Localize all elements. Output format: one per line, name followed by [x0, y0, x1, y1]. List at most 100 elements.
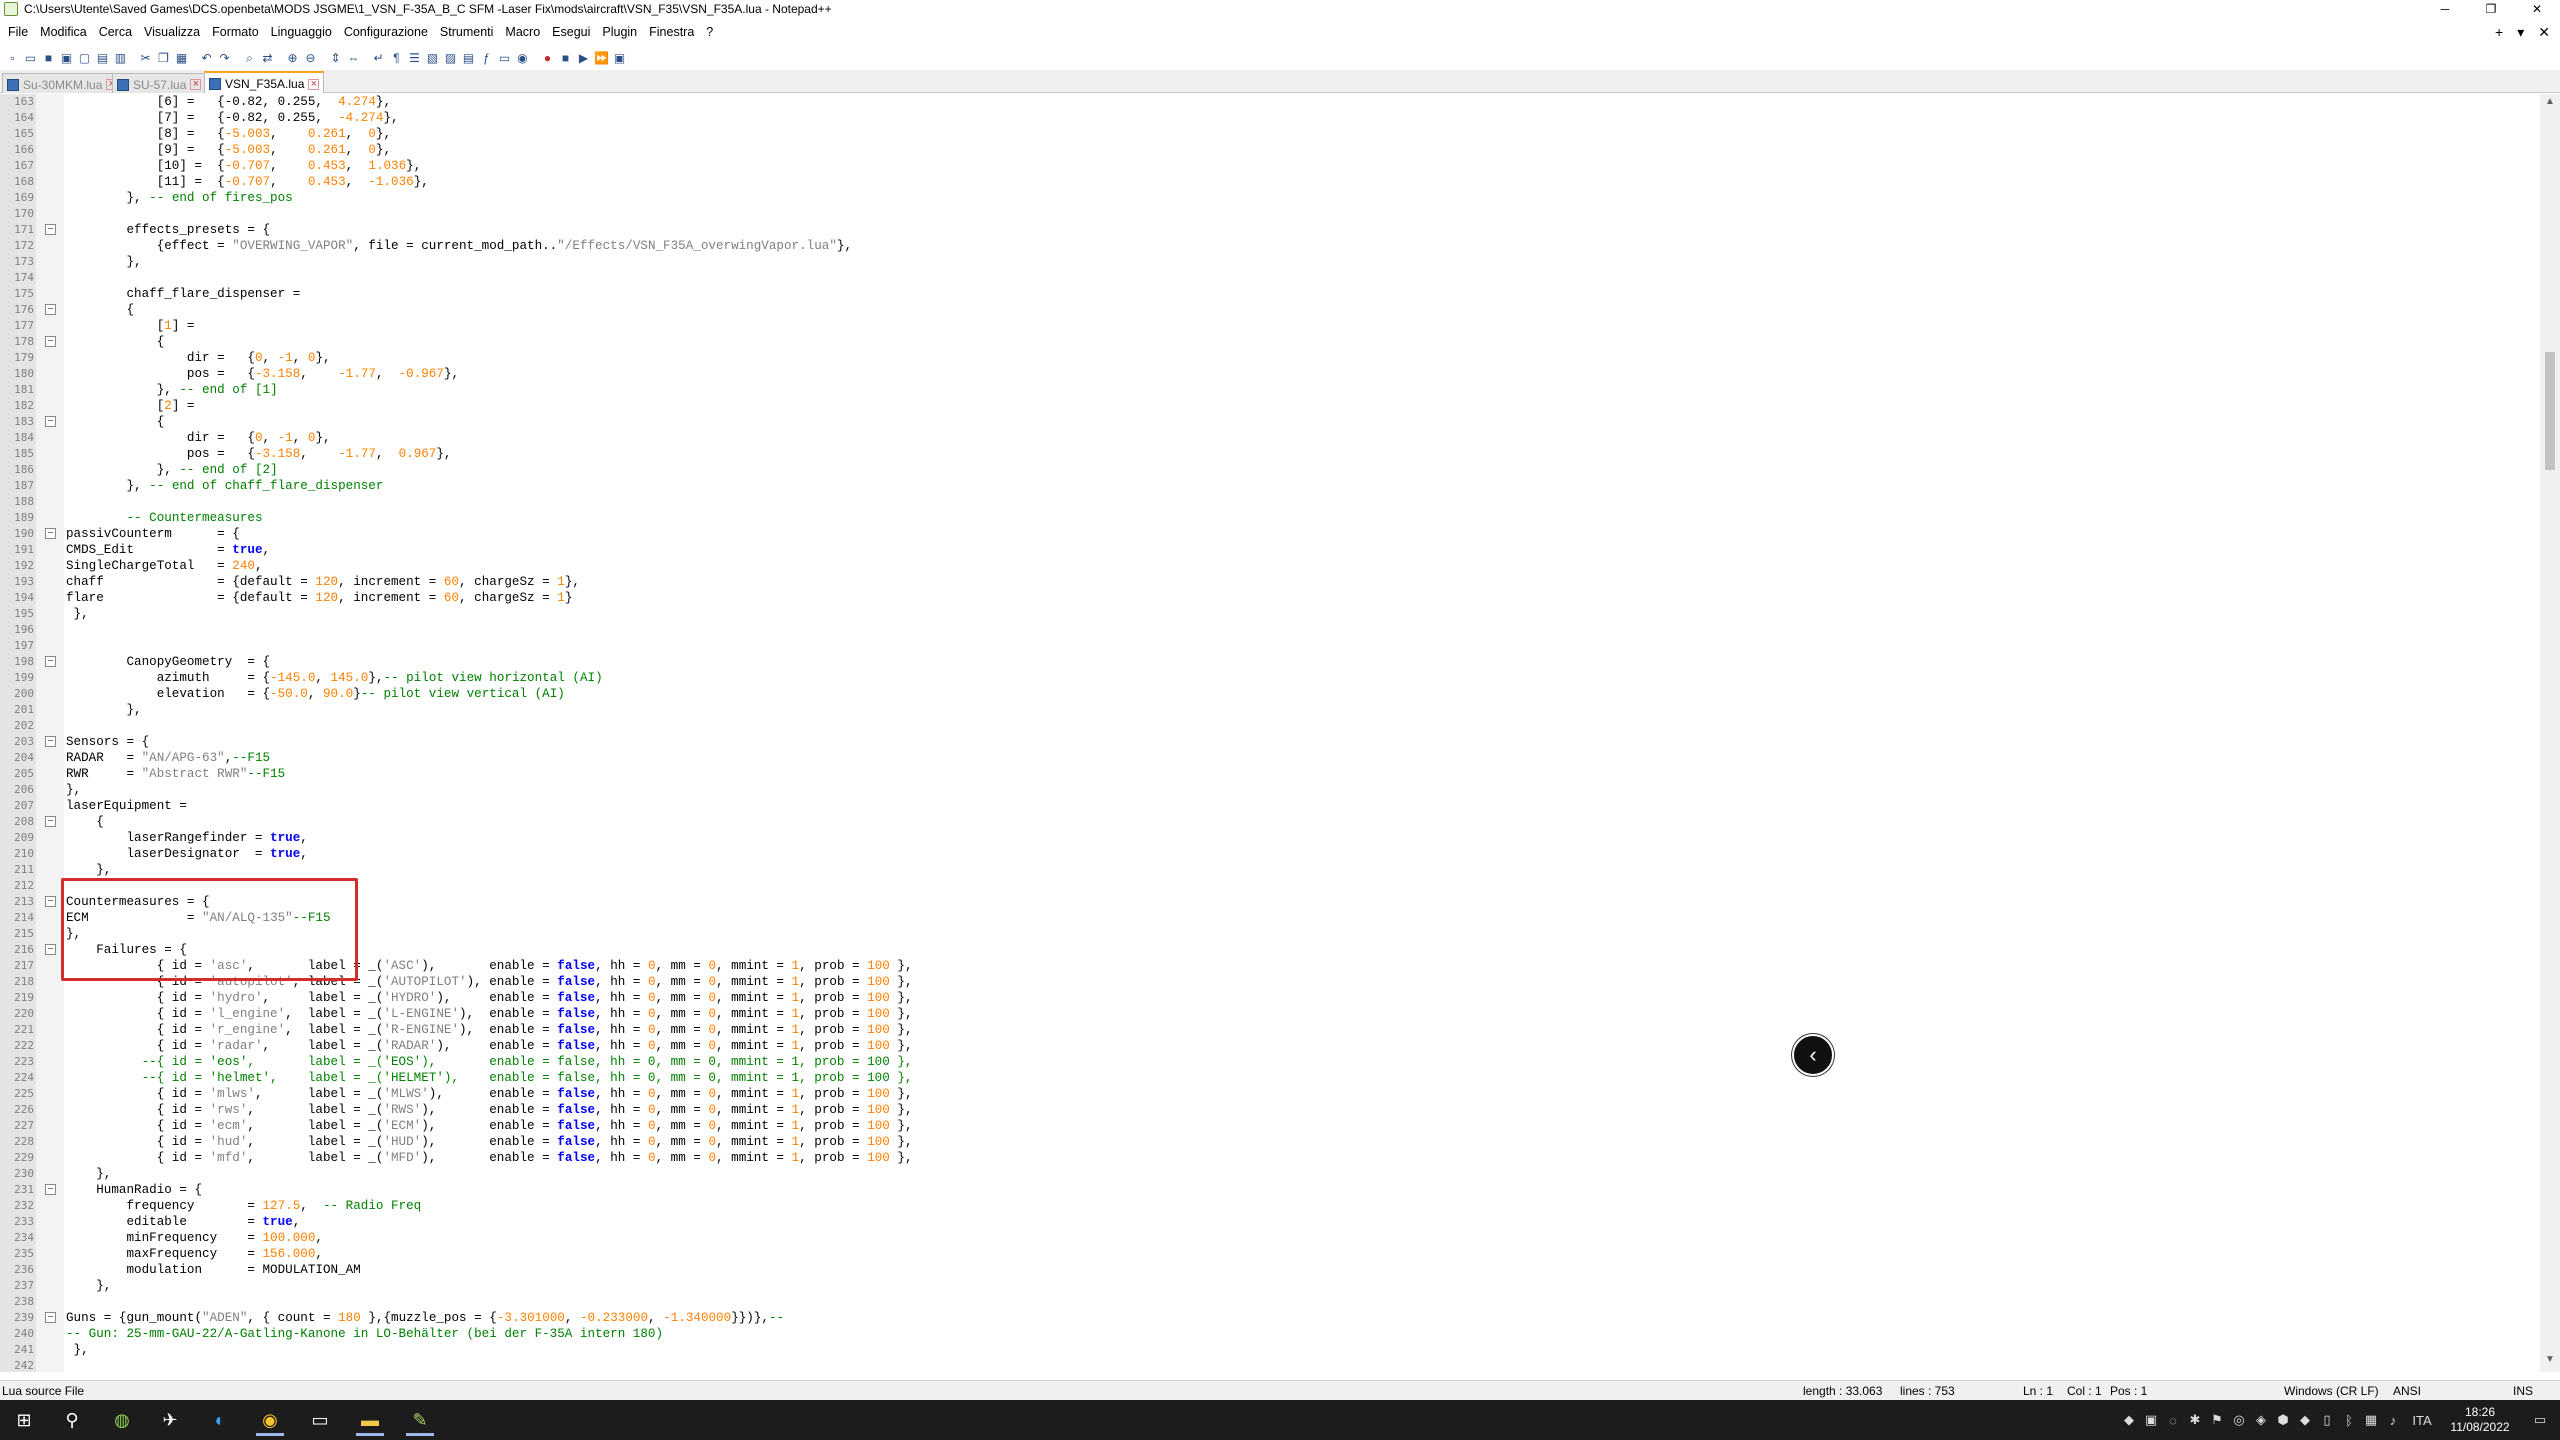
code-line[interactable]: 217 { id = 'asc', label = _('ASC'), enab…: [0, 958, 2540, 974]
zoom-in-icon[interactable]: ⊕: [284, 50, 301, 67]
code-line[interactable]: 182 [2] =: [0, 398, 2540, 414]
print-icon[interactable]: ▥: [112, 50, 129, 67]
menu-item[interactable]: ?: [700, 25, 719, 39]
paste-icon[interactable]: ▦: [173, 50, 190, 67]
scrollbar-thumb[interactable]: [2545, 352, 2555, 470]
record-macro-icon[interactable]: ●: [539, 50, 556, 67]
code-line[interactable]: 213− Countermeasures = {: [0, 894, 2540, 910]
search-icon[interactable]: ⚲: [52, 1404, 92, 1436]
function-list-icon[interactable]: ƒ: [478, 50, 495, 67]
code-line[interactable]: 166 [9] = {-5.003, 0.261, 0},: [0, 142, 2540, 158]
close-all-icon[interactable]: ▤: [94, 50, 111, 67]
doc-list-icon[interactable]: ▤: [460, 50, 477, 67]
code-line[interactable]: 163 [6] = {-0.82, 0.255, 4.274},: [0, 94, 2540, 110]
menu-item[interactable]: Visualizza: [138, 25, 206, 39]
fold-toggle-icon[interactable]: −: [45, 656, 56, 667]
code-line[interactable]: 192 SingleChargeTotal = 240,: [0, 558, 2540, 574]
code-line[interactable]: 229 { id = 'mfd', label = _('MFD'), enab…: [0, 1150, 2540, 1166]
chrome-icon[interactable]: ◉: [250, 1404, 290, 1436]
code-line[interactable]: 205 RWR = "Abstract RWR"--F15: [0, 766, 2540, 782]
code-line[interactable]: 220 { id = 'l_engine', label = _('L-ENGI…: [0, 1006, 2540, 1022]
new-file-icon[interactable]: ▫: [4, 50, 21, 67]
folder-workspace-icon[interactable]: ▭: [496, 50, 513, 67]
code-line[interactable]: 208− {: [0, 814, 2540, 830]
code-line[interactable]: 231− HumanRadio = {: [0, 1182, 2540, 1198]
code-line[interactable]: 235 maxFrequency = 156.000,: [0, 1246, 2540, 1262]
sync-horizontal-icon[interactable]: ⇔: [345, 50, 362, 67]
menu-item[interactable]: Formato: [206, 25, 265, 39]
code-line[interactable]: 165 [8] = {-5.003, 0.261, 0},: [0, 126, 2540, 142]
code-line[interactable]: 191 CMDS_Edit = true,: [0, 542, 2540, 558]
save-icon[interactable]: ■: [40, 50, 57, 67]
code-line[interactable]: 236 modulation = MODULATION_AM: [0, 1262, 2540, 1278]
tab-close-icon[interactable]: ×: [190, 79, 202, 90]
find-icon[interactable]: ⌕: [241, 50, 258, 67]
tab-list-button[interactable]: ▾: [2517, 24, 2524, 41]
fold-toggle-icon[interactable]: −: [45, 896, 56, 907]
code-line[interactable]: 201 },: [0, 702, 2540, 718]
nvidia-icon[interactable]: ◆: [2118, 1412, 2140, 1428]
back-arrow-button[interactable]: ‹: [1792, 1034, 1834, 1076]
code-line[interactable]: 241 },: [0, 1342, 2540, 1358]
cut-icon[interactable]: ✂: [137, 50, 154, 67]
open-file-icon[interactable]: ▭: [22, 50, 39, 67]
code-line[interactable]: 198− CanopyGeometry = {: [0, 654, 2540, 670]
code-line[interactable]: 193 chaff = {default = 120, increment = 6…: [0, 574, 2540, 590]
battery-icon[interactable]: ▯: [2316, 1412, 2338, 1428]
code-line[interactable]: 174: [0, 270, 2540, 286]
code-line[interactable]: 212: [0, 878, 2540, 894]
menu-item[interactable]: File: [2, 25, 34, 39]
fold-toggle-icon[interactable]: −: [45, 224, 56, 235]
volume-icon[interactable]: ♪: [2382, 1413, 2404, 1428]
menu-item[interactable]: Linguaggio: [265, 25, 338, 39]
copy-icon[interactable]: ❐: [155, 50, 172, 67]
code-line[interactable]: 195 },: [0, 606, 2540, 622]
fold-toggle-icon[interactable]: −: [45, 1184, 56, 1195]
code-line[interactable]: 194 flare = {default = 120, increment = 6…: [0, 590, 2540, 606]
tray-icon-7[interactable]: ◈: [2250, 1412, 2272, 1428]
code-line[interactable]: 181 }, -- end of [1]: [0, 382, 2540, 398]
tray-icon-2[interactable]: ▣: [2140, 1412, 2162, 1428]
code-line[interactable]: 225 { id = 'mlws', label = _('MLWS'), en…: [0, 1086, 2540, 1102]
tray-icon-6[interactable]: ◎: [2228, 1412, 2250, 1428]
code-line[interactable]: 171− effects_presets = {: [0, 222, 2540, 238]
lang-udl-icon[interactable]: ▧: [424, 50, 441, 67]
code-line[interactable]: 206},: [0, 782, 2540, 798]
code-line[interactable]: 180 pos = {-3.158, -1.77, -0.967},: [0, 366, 2540, 382]
messenger-icon[interactable]: ▭: [300, 1404, 340, 1436]
fold-toggle-icon[interactable]: −: [45, 1312, 56, 1323]
restore-button[interactable]: ❐: [2468, 0, 2514, 18]
close-doc-button[interactable]: ✕: [2538, 24, 2550, 41]
monitoring-icon[interactable]: ◉: [514, 50, 531, 67]
tab-su30mkm[interactable]: Su-30MKM.lua ×: [2, 73, 123, 93]
save-macro-icon[interactable]: ▣: [611, 50, 628, 67]
code-line[interactable]: 219 { id = 'hydro', label = _('HYDRO'), …: [0, 990, 2540, 1006]
code-line[interactable]: 186 }, -- end of [2]: [0, 462, 2540, 478]
fold-toggle-icon[interactable]: −: [45, 816, 56, 827]
code-line[interactable]: 200 elevation = {-50.0, 90.0}-- pilot vi…: [0, 686, 2540, 702]
code-line[interactable]: 196: [0, 622, 2540, 638]
code-line[interactable]: 239− Guns = {gun_mount("ADEN", { count = …: [0, 1310, 2540, 1326]
code-line[interactable]: 207 laserEquipment =: [0, 798, 2540, 814]
code-line[interactable]: 223 --{ id = 'eos', label = _('EOS'), en…: [0, 1054, 2540, 1070]
replace-icon[interactable]: ⇄: [259, 50, 276, 67]
code-line[interactable]: 167 [10] = {-0.707, 0.453, 1.036},: [0, 158, 2540, 174]
notifications-icon[interactable]: ▭: [2520, 1412, 2560, 1428]
scroll-up-icon[interactable]: ▲: [2540, 96, 2560, 112]
stop-macro-icon[interactable]: ■: [557, 50, 574, 67]
code-line[interactable]: 179 dir = {0, -1, 0},: [0, 350, 2540, 366]
code-line[interactable]: 197: [0, 638, 2540, 654]
fold-toggle-icon[interactable]: −: [45, 944, 56, 955]
notepadpp-taskbar-icon[interactable]: ✎: [400, 1404, 440, 1436]
menu-item[interactable]: Configurazione: [338, 25, 434, 39]
close-file-icon[interactable]: ▢: [76, 50, 93, 67]
fold-toggle-icon[interactable]: −: [45, 416, 56, 427]
word-wrap-icon[interactable]: ↵: [370, 50, 387, 67]
code-line[interactable]: 240 -- Gun: 25-mm-GAU-22/A-Gatling-Kanone…: [0, 1326, 2540, 1342]
save-all-icon[interactable]: ▣: [58, 50, 75, 67]
menu-item[interactable]: Macro: [499, 25, 546, 39]
tab-vsn-f35a[interactable]: VSN_F35A.lua ×: [204, 71, 325, 93]
show-all-chars-icon[interactable]: ¶: [388, 50, 405, 67]
code-line[interactable]: 234 minFrequency = 100.000,: [0, 1230, 2540, 1246]
menu-item[interactable]: Cerca: [93, 25, 138, 39]
